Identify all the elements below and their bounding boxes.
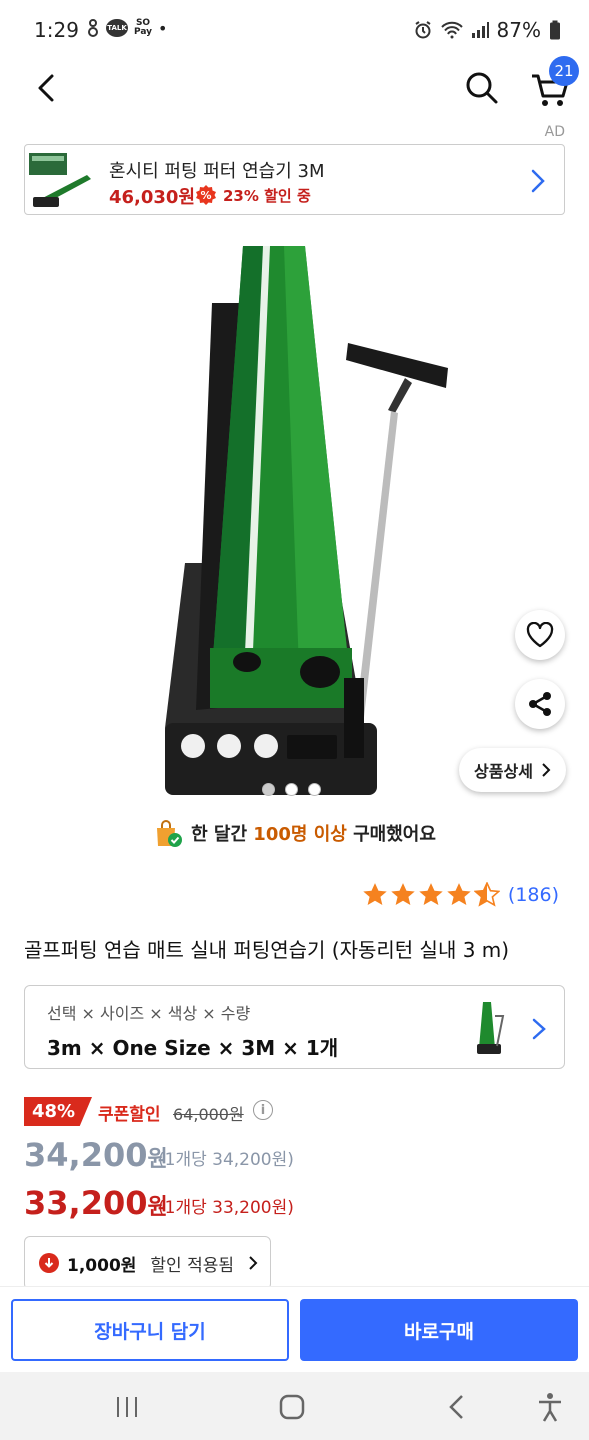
- back-nav-icon[interactable]: [440, 1390, 474, 1424]
- signal-icon: [471, 22, 489, 38]
- coupon-discount-label: 쿠폰할인: [98, 1105, 161, 1125]
- star-half-icon: [473, 882, 500, 907]
- carousel-dot[interactable]: [262, 783, 275, 796]
- review-count[interactable]: (186): [508, 884, 559, 906]
- chevron-right-icon: [531, 169, 545, 193]
- discount-applied-amount: 1,000원: [67, 1255, 137, 1276]
- sale-price-per-unit: (1개당 34,200원): [158, 1150, 294, 1170]
- purchase-count-suffix: 구매했어요: [346, 824, 436, 845]
- coupon-price-number: 33,200: [24, 1184, 148, 1222]
- recent-apps-icon[interactable]: [110, 1390, 144, 1424]
- ad-label: AD: [544, 124, 565, 140]
- wishlist-button[interactable]: [515, 610, 565, 660]
- purchase-count-banner: 한 달간 100명 이상 구매했어요: [0, 818, 589, 848]
- status-right: 87%: [413, 18, 561, 42]
- home-icon[interactable]: [275, 1390, 309, 1424]
- back-arrow-icon[interactable]: [28, 68, 68, 108]
- share-icon: [529, 692, 551, 716]
- rating-summary[interactable]: (186): [362, 882, 559, 907]
- option-thumbnail: [477, 1002, 505, 1054]
- pay-icon-bottom: Pay: [134, 27, 153, 37]
- sale-price-number: 34,200: [24, 1136, 148, 1174]
- heart-icon: [526, 622, 554, 648]
- sale-price: 34,200원: [24, 1136, 168, 1174]
- product-detail-button[interactable]: 상품상세: [459, 748, 566, 792]
- alarm-icon: [414, 21, 431, 39]
- buy-now-button[interactable]: 바로구매: [300, 1299, 578, 1361]
- chevron-right-icon: [542, 763, 551, 777]
- original-price: 64,000원: [173, 1105, 244, 1124]
- status-bar: 1:29 TALK SO Pay • 87%: [0, 0, 589, 58]
- chevron-right-icon: [249, 1256, 258, 1270]
- status-notification-icons: TALK SO Pay •: [86, 18, 167, 38]
- discount-applied-text: 할인 적용됨: [150, 1255, 235, 1276]
- chevron-right-icon: [532, 1018, 546, 1040]
- arrow-down-circle-icon: [39, 1253, 59, 1273]
- ad-discount-text: 23% 할인 중: [223, 187, 311, 205]
- star-full-icon: [391, 883, 415, 906]
- bottom-action-bar: 장바구니 담기 바로구매: [0, 1286, 589, 1372]
- top-app-bar: [0, 58, 589, 118]
- purchase-count-prefix: 한 달간: [191, 824, 254, 845]
- ad-product-title: 혼시티 퍼팅 퍼터 연습기 3M: [109, 161, 325, 182]
- coupon-price-per-unit: (1개당 33,200원): [158, 1198, 294, 1218]
- carousel-dot[interactable]: [308, 783, 321, 796]
- percent-badge-icon: %: [196, 185, 216, 205]
- system-navigation-bar: [0, 1372, 589, 1440]
- battery-text: 87%: [496, 18, 541, 42]
- svg-text:%: %: [200, 189, 211, 202]
- coupon-price: 33,200원: [24, 1184, 168, 1222]
- product-title: 골프퍼팅 연습 매트 실내 퍼팅연습기 (자동리턴 실내 3 m): [24, 938, 510, 962]
- ad-product-thumbnail: [29, 153, 91, 207]
- purchase-count-text: 한 달간 100명 이상 구매했어요: [191, 820, 436, 846]
- carousel-dot[interactable]: [285, 783, 298, 796]
- accessibility-icon[interactable]: [533, 1390, 567, 1424]
- ad-product-card[interactable]: 혼시티 퍼팅 퍼터 연습기 3M 46,030원 % 23% 할인 중: [24, 144, 565, 215]
- battery-icon: [550, 20, 560, 40]
- option-selector[interactable]: 선택 × 사이즈 × 색상 × 수량 3m × One Size × 3M × …: [24, 985, 565, 1069]
- image-carousel-indicator: [262, 783, 321, 796]
- option-label: 선택 × 사이즈 × 색상 × 수량: [47, 1004, 251, 1023]
- kakaotalk-icon: TALK: [106, 19, 128, 37]
- info-icon[interactable]: i: [253, 1100, 273, 1120]
- star-full-icon: [363, 883, 387, 906]
- more-notifications-dot: •: [158, 18, 168, 38]
- pay-icon: SO Pay: [134, 19, 152, 37]
- cart-count-badge[interactable]: 21: [549, 56, 579, 86]
- product-detail-label: 상품상세: [474, 762, 533, 781]
- ad-product-price: 46,030원: [109, 187, 196, 208]
- shopping-bag-check-icon: [157, 820, 183, 847]
- option-value: 3m × One Size × 3M × 1개: [47, 1036, 339, 1060]
- share-button[interactable]: [515, 679, 565, 729]
- add-to-cart-button[interactable]: 장바구니 담기: [11, 1299, 289, 1361]
- discount-rate-badge: 48%: [24, 1097, 92, 1126]
- hand-coins-icon: [88, 19, 98, 37]
- status-time: 1:29: [34, 18, 79, 42]
- purchase-count-highlight: 100명 이상: [253, 824, 347, 845]
- product-image[interactable]: [0, 228, 589, 808]
- discount-applied-button[interactable]: 1,000원 할인 적용됨: [24, 1236, 271, 1290]
- star-full-icon: [447, 883, 471, 906]
- wifi-icon: [440, 21, 463, 39]
- search-icon[interactable]: [462, 68, 502, 108]
- star-full-icon: [419, 883, 443, 906]
